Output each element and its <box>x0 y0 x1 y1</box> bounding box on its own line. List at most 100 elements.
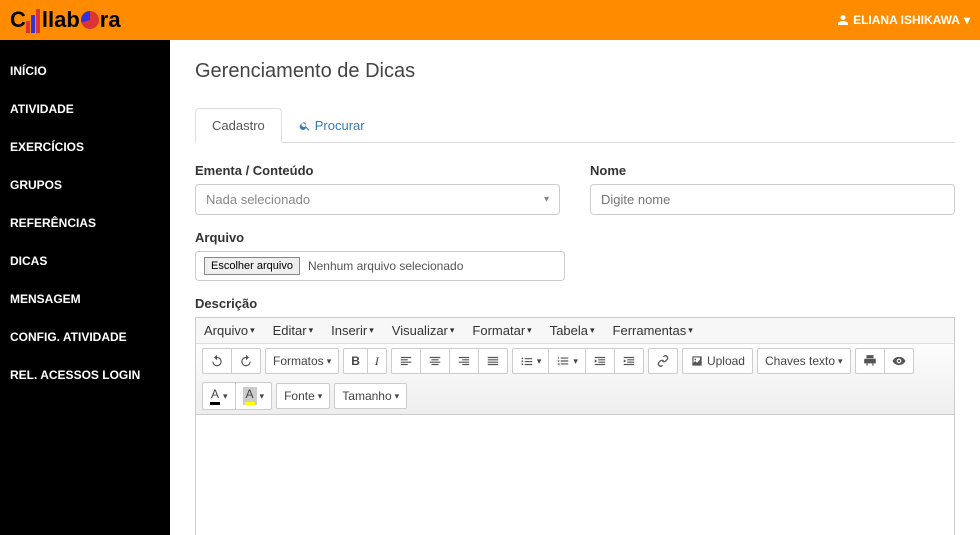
chevron-down-icon: ▾ <box>327 356 332 367</box>
arquivo-label: Arquivo <box>195 230 955 245</box>
chevron-down-icon: ▾ <box>688 325 693 336</box>
sidebar-item-inicio[interactable]: INÍCIO <box>0 52 170 90</box>
bg-color-swatch <box>245 402 255 405</box>
align-left-icon <box>399 354 413 368</box>
logo-text-ra: ra <box>100 7 121 33</box>
indent-button[interactable] <box>614 348 644 374</box>
chaves-texto-dropdown[interactable]: Chaves texto▾ <box>757 348 851 374</box>
sidebar-item-rel-acessos[interactable]: REL. ACESSOS LOGIN <box>0 356 170 394</box>
menu-editar[interactable]: Editar▾ <box>273 323 314 338</box>
chevron-down-icon: ▾ <box>309 325 314 336</box>
chevron-down-icon: ▾ <box>450 325 455 336</box>
number-list-button[interactable]: ▾ <box>548 348 586 374</box>
arquivo-field: Escolher arquivo Nenhum arquivo selecion… <box>195 251 565 281</box>
align-center-button[interactable] <box>420 348 450 374</box>
chevron-down-icon: ▾ <box>223 391 228 402</box>
undo-icon <box>210 354 224 368</box>
fonte-dropdown[interactable]: Fonte▾ <box>276 383 330 409</box>
logo-pie-icon <box>81 11 99 29</box>
bullet-list-button[interactable]: ▾ <box>512 348 550 374</box>
chevron-down-icon: ▾ <box>395 391 400 402</box>
bullet-list-icon <box>520 354 534 368</box>
chevron-down-icon: ▾ <box>260 391 265 402</box>
descricao-label: Descrição <box>195 296 955 311</box>
upload-button[interactable]: Upload <box>682 348 753 374</box>
chevron-down-icon: ▾ <box>544 194 549 205</box>
file-status: Nenhum arquivo selecionado <box>308 259 463 273</box>
menu-arquivo[interactable]: Arquivo▾ <box>204 323 255 338</box>
undo-button[interactable] <box>202 348 232 374</box>
editor-toolbar: Formatos▾ B I ▾ ▾ Uploa <box>196 344 954 415</box>
tabs: Cadastro Procurar <box>195 108 955 143</box>
link-icon <box>656 354 670 368</box>
indent-icon <box>622 354 636 368</box>
user-name: ELIANA ISHIKAWA <box>853 13 960 27</box>
tab-procurar[interactable]: Procurar <box>282 108 382 142</box>
nome-input[interactable] <box>590 184 955 215</box>
redo-icon <box>239 354 253 368</box>
align-center-icon <box>428 354 442 368</box>
chevron-down-icon: ▾ <box>590 325 595 336</box>
logo-text-llab: llab <box>42 7 80 33</box>
tab-procurar-label: Procurar <box>315 118 365 133</box>
logo: C llab ra <box>10 7 121 33</box>
align-right-icon <box>457 354 471 368</box>
menu-tabela[interactable]: Tabela▾ <box>550 323 595 338</box>
bg-color-icon: A <box>246 387 254 401</box>
italic-button[interactable]: I <box>367 348 387 374</box>
bold-icon: B <box>351 354 360 368</box>
outdent-button[interactable] <box>585 348 615 374</box>
chevron-down-icon: ▾ <box>527 325 532 336</box>
chevron-down-icon: ▾ <box>838 356 843 367</box>
formatos-dropdown[interactable]: Formatos▾ <box>265 348 339 374</box>
italic-icon: I <box>375 354 379 369</box>
menu-ferramentas[interactable]: Ferramentas▾ <box>613 323 693 338</box>
chevron-down-icon: ▾ <box>369 325 374 336</box>
ementa-select[interactable]: Nada selecionado ▾ <box>195 184 560 215</box>
editor-content-area[interactable] <box>196 415 954 535</box>
search-icon <box>299 120 311 132</box>
outdent-icon <box>593 354 607 368</box>
sidebar-item-grupos[interactable]: GRUPOS <box>0 166 170 204</box>
logo-bars-icon <box>26 7 40 33</box>
sidebar-item-dicas[interactable]: DICAS <box>0 242 170 280</box>
user-menu[interactable]: ELIANA ISHIKAWA ▾ <box>837 13 970 27</box>
sidebar-item-exercicios[interactable]: EXERCÍCIOS <box>0 128 170 166</box>
align-justify-icon <box>486 354 500 368</box>
text-color-icon: A <box>211 387 219 401</box>
align-right-button[interactable] <box>449 348 479 374</box>
main-content: Gerenciamento de Dicas Cadastro Procurar… <box>170 40 980 535</box>
print-button[interactable] <box>855 348 885 374</box>
chevron-down-icon: ▾ <box>537 356 542 367</box>
sidebar-item-config-atividade[interactable]: CONFIG. ATIVIDADE <box>0 318 170 356</box>
text-color-swatch <box>210 402 220 405</box>
preview-button[interactable] <box>884 348 914 374</box>
rich-text-editor: Arquivo▾ Editar▾ Inserir▾ Visualizar▾ Fo… <box>195 317 955 535</box>
eye-icon <box>892 354 906 368</box>
tab-cadastro[interactable]: Cadastro <box>195 108 282 143</box>
editor-menubar: Arquivo▾ Editar▾ Inserir▾ Visualizar▾ Fo… <box>196 318 954 344</box>
menu-formatar[interactable]: Formatar▾ <box>472 323 531 338</box>
choose-file-button[interactable]: Escolher arquivo <box>204 257 300 275</box>
image-icon <box>690 354 704 368</box>
menu-inserir[interactable]: Inserir▾ <box>331 323 374 338</box>
chevron-down-icon: ▾ <box>318 391 323 402</box>
bg-color-button[interactable]: A▾ <box>235 382 273 410</box>
redo-button[interactable] <box>231 348 261 374</box>
text-color-button[interactable]: A▾ <box>202 382 236 410</box>
number-list-icon <box>556 354 570 368</box>
chevron-down-icon: ▾ <box>964 13 970 27</box>
tamanho-dropdown[interactable]: Tamanho▾ <box>334 383 407 409</box>
sidebar-item-mensagem[interactable]: MENSAGEM <box>0 280 170 318</box>
align-left-button[interactable] <box>391 348 421 374</box>
sidebar-item-referencias[interactable]: REFERÊNCIAS <box>0 204 170 242</box>
print-icon <box>863 354 877 368</box>
menu-visualizar[interactable]: Visualizar▾ <box>392 323 455 338</box>
link-button[interactable] <box>648 348 678 374</box>
page-title: Gerenciamento de Dicas <box>195 60 955 83</box>
chevron-down-icon: ▾ <box>573 356 578 367</box>
align-justify-button[interactable] <box>478 348 508 374</box>
sidebar-item-atividade[interactable]: ATIVIDADE <box>0 90 170 128</box>
user-icon <box>837 14 849 26</box>
bold-button[interactable]: B <box>343 348 368 374</box>
